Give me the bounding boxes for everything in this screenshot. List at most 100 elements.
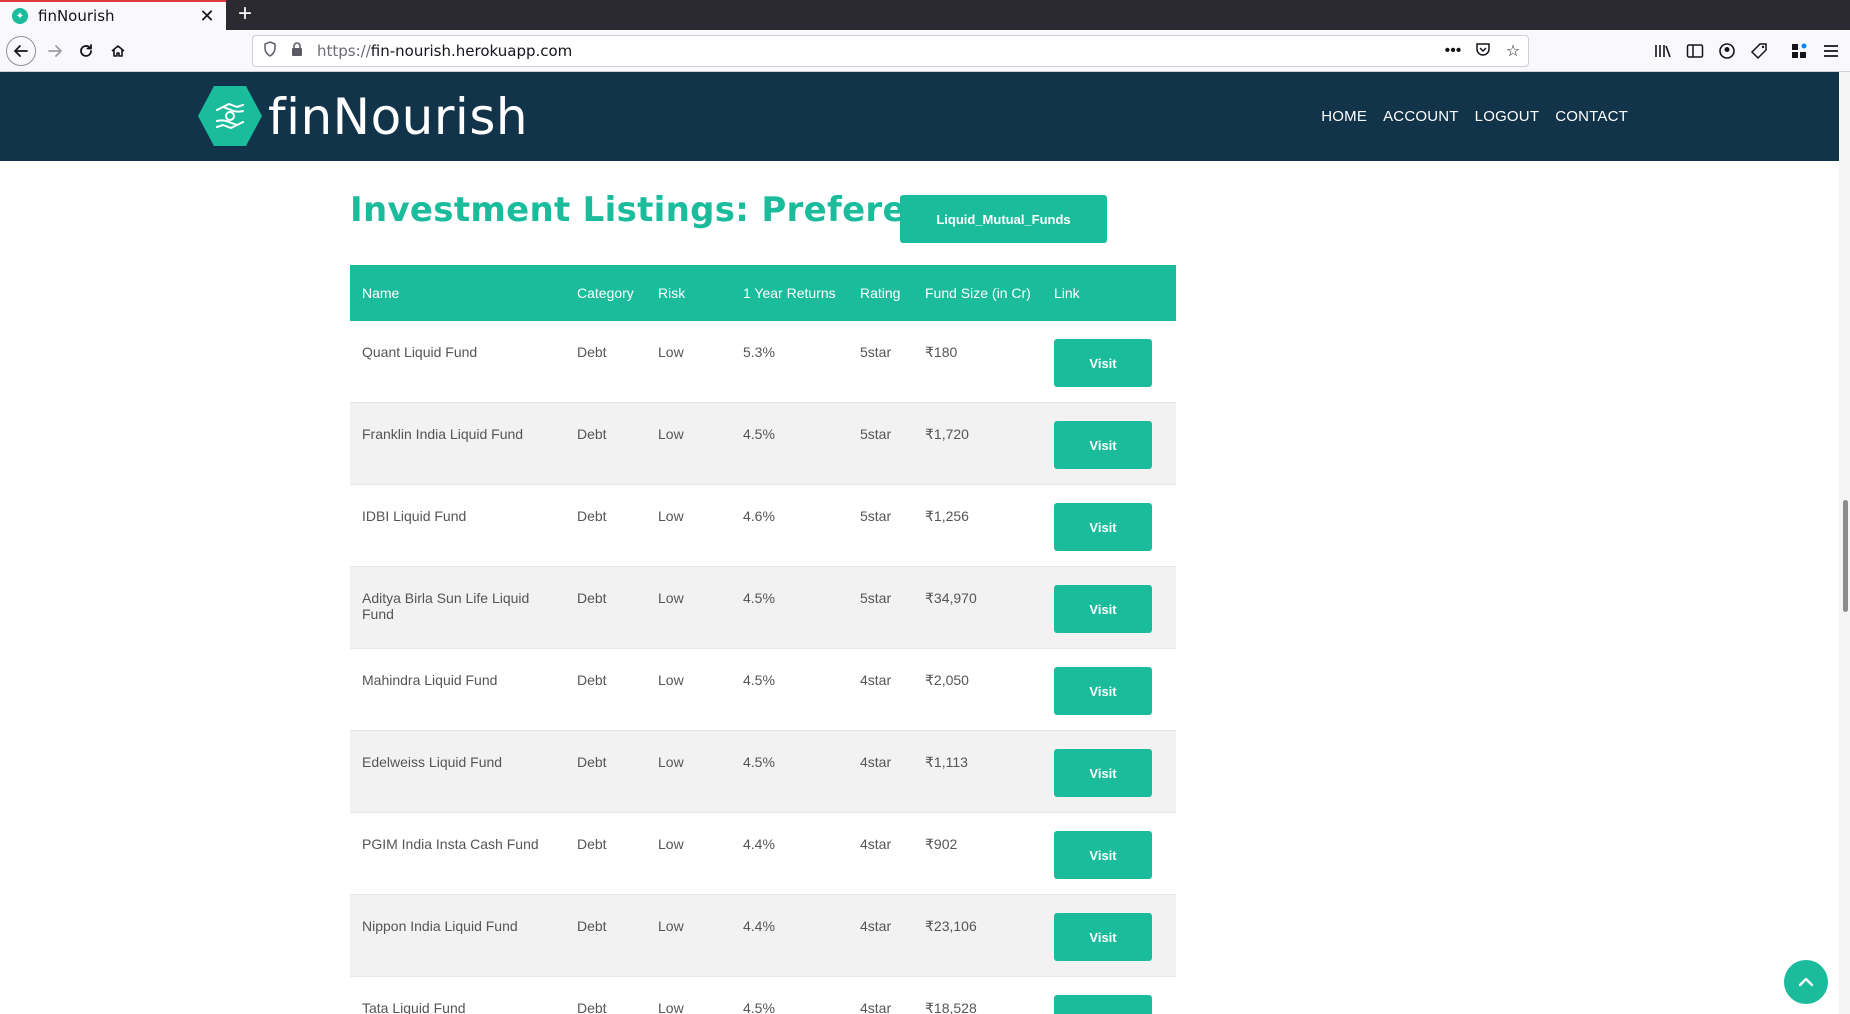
site-logo-text[interactable]: finNourish: [268, 88, 528, 146]
reload-icon[interactable]: [71, 36, 101, 66]
nav-home[interactable]: HOME: [1321, 108, 1367, 125]
cell-returns: 4.5%: [743, 1000, 775, 1014]
nav-contact[interactable]: CONTACT: [1555, 108, 1628, 125]
cell-name: Edelweiss Liquid Fund: [362, 754, 503, 770]
cell-name: Aditya Birla Sun Life Liquid Fund: [362, 590, 530, 622]
cell-returns: 4.5%: [743, 590, 775, 606]
visit-button[interactable]: Visit: [1054, 995, 1152, 1014]
cell-category: Debt: [577, 344, 607, 360]
scrollbar-thumb[interactable]: [1843, 500, 1848, 612]
nav-logout[interactable]: LOGOUT: [1475, 108, 1540, 125]
cell-link: Visit: [1042, 321, 1176, 387]
cell-returns: 4.5%: [743, 754, 775, 770]
lock-icon[interactable]: [291, 42, 307, 60]
cell-category: Debt: [577, 918, 607, 934]
page-scrollbar[interactable]: [1839, 72, 1850, 1014]
col-header-risk: Risk: [658, 285, 686, 301]
cell-risk: Low: [658, 508, 684, 524]
cell-risk: Low: [658, 1000, 684, 1014]
site-header: finNourish HOME ACCOUNT LOGOUT CONTACT: [0, 72, 1839, 161]
visit-button[interactable]: Visit: [1054, 585, 1152, 633]
tag-icon[interactable]: [1744, 36, 1774, 66]
cell-fund-size: ₹1,113: [925, 754, 968, 770]
cell-category: Debt: [577, 590, 607, 606]
visit-button[interactable]: Visit: [1054, 749, 1152, 797]
table-row: Nippon India Liquid Fund Debt Low 4.4% 4star…: [350, 895, 1176, 977]
sidebar-icon[interactable]: [1680, 36, 1710, 66]
cell-risk: Low: [658, 590, 684, 606]
nav-account[interactable]: ACCOUNT: [1383, 108, 1459, 125]
cell-rating: 5star: [860, 344, 892, 360]
tracking-shield-icon[interactable]: [263, 41, 281, 61]
page-viewport: finNourish HOME ACCOUNT LOGOUT CONTACT I…: [0, 72, 1850, 1014]
cell-link: Visit: [1042, 813, 1176, 879]
cell-rating: 4star: [860, 836, 892, 852]
star-icon[interactable]: ☆: [1498, 41, 1528, 61]
cell-returns: 4.5%: [743, 426, 775, 442]
url-host: fin-nourish.herokuapp.com: [370, 42, 573, 60]
cell-category: Debt: [577, 672, 607, 688]
cell-rating: 5star: [860, 508, 892, 524]
account-icon[interactable]: [1712, 36, 1742, 66]
cell-risk: Low: [658, 344, 684, 360]
close-tab-icon[interactable]: ✕: [196, 5, 218, 27]
url-scheme: https://: [317, 42, 371, 60]
site-nav: HOME ACCOUNT LOGOUT CONTACT: [1305, 108, 1628, 125]
table-row: Mahindra Liquid Fund Debt Low 4.5% 4star ₹2,0…: [350, 649, 1176, 731]
preference-category-button[interactable]: Liquid_Mutual_Funds: [900, 195, 1107, 243]
library-icon[interactable]: [1648, 36, 1678, 66]
cell-fund-size: ₹1,720: [925, 426, 969, 442]
table-header: Name Category Risk 1 Year Returns Rating…: [350, 265, 1176, 321]
cell-returns: 4.5%: [743, 672, 775, 688]
cell-rating: 4star: [860, 672, 892, 688]
finnourish-logo-icon[interactable]: [198, 86, 262, 146]
pocket-icon[interactable]: [1468, 41, 1498, 62]
cell-name: PGIM India Insta Cash Fund: [362, 836, 539, 852]
extensions-icon[interactable]: [1784, 36, 1814, 66]
cell-category: Debt: [577, 836, 607, 852]
visit-button[interactable]: Visit: [1054, 667, 1152, 715]
table-body: Quant Liquid Fund Debt Low 5.3% 5star ₹180 Vis…: [350, 321, 1176, 1014]
arrow-right-icon[interactable]: [40, 36, 70, 66]
investment-table: Name Category Risk 1 Year Returns Rating…: [350, 265, 1176, 1014]
table-row: Tata Liquid Fund Debt Low 4.5% 4star ₹18,528 V…: [350, 977, 1176, 1014]
visit-button[interactable]: Visit: [1054, 913, 1152, 961]
more-dots-icon[interactable]: •••: [1438, 42, 1468, 60]
tab-title: finNourish: [38, 7, 115, 25]
visit-button[interactable]: Visit: [1054, 831, 1152, 879]
browser-toolbar: https://fin-nourish.herokuapp.com ••• ☆: [0, 30, 1850, 72]
chevron-up-icon: [1798, 977, 1814, 987]
cell-risk: Low: [658, 426, 684, 442]
cell-link: Visit: [1042, 895, 1176, 961]
cell-returns: 4.6%: [743, 508, 775, 524]
cell-name: Mahindra Liquid Fund: [362, 672, 498, 688]
home-icon[interactable]: [103, 36, 133, 66]
cell-category: Debt: [577, 508, 607, 524]
cell-name: IDBI Liquid Fund: [362, 508, 467, 524]
cell-rating: 4star: [860, 918, 892, 934]
cell-link: Visit: [1042, 731, 1176, 797]
visit-button[interactable]: Visit: [1054, 421, 1152, 469]
cell-fund-size: ₹902: [925, 836, 958, 852]
cell-link: Visit: [1042, 977, 1176, 1014]
hamburger-menu-icon[interactable]: [1816, 36, 1846, 66]
new-tab-button[interactable]: +: [232, 2, 258, 28]
arrow-left-icon[interactable]: [6, 36, 36, 66]
table-row: PGIM India Insta Cash Fund Debt Low 4.4% 4st…: [350, 813, 1176, 895]
cell-rating: 4star: [860, 1000, 892, 1014]
url-text[interactable]: https://fin-nourish.herokuapp.com: [317, 42, 1438, 60]
cell-risk: Low: [658, 754, 684, 770]
tab-strip: ✦ finNourish ✕ +: [0, 0, 1850, 30]
finnourish-logo-icon: ✦: [12, 8, 28, 24]
cell-returns: 5.3%: [743, 344, 775, 360]
visit-button[interactable]: Visit: [1054, 503, 1152, 551]
visit-button[interactable]: Visit: [1054, 339, 1152, 387]
cell-name: Tata Liquid Fund: [362, 1000, 466, 1014]
col-header-returns: 1 Year Returns: [743, 285, 836, 301]
col-header-link: Link: [1054, 285, 1080, 301]
back-to-top-button[interactable]: [1784, 960, 1828, 1004]
table-row: Aditya Birla Sun Life Liquid Fund Debt Low…: [350, 567, 1176, 649]
active-tab[interactable]: ✦ finNourish ✕: [0, 0, 226, 30]
url-bar[interactable]: https://fin-nourish.herokuapp.com ••• ☆: [252, 35, 1529, 67]
cell-category: Debt: [577, 1000, 607, 1014]
